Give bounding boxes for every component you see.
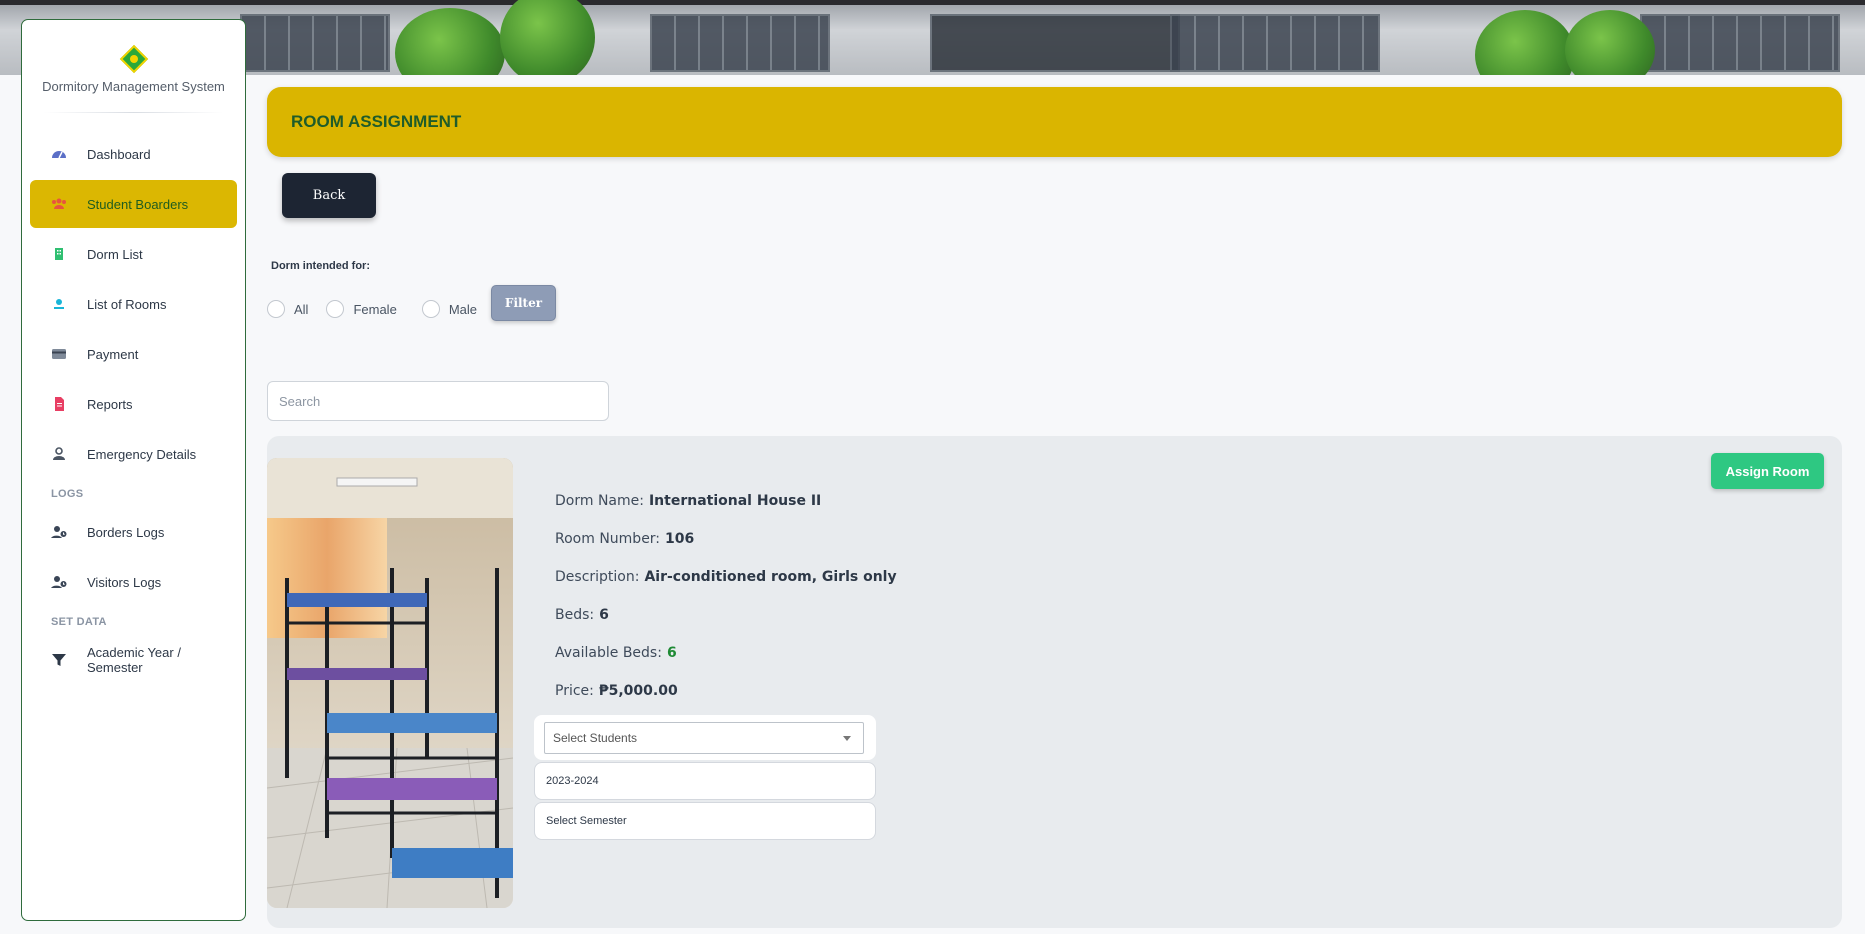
contact-badge-icon [51, 446, 67, 462]
credit-card-icon [51, 346, 67, 362]
sidebar-item-label: Reports [87, 396, 133, 412]
sidebar-item-reports[interactable]: Reports [30, 380, 237, 428]
school-logo-icon [119, 44, 149, 74]
sidebar-item-emergency-details[interactable]: Emergency Details [30, 430, 237, 478]
document-icon [51, 396, 67, 412]
sidebar-nav: Dashboard Student Boarders Dorm List Lis… [22, 130, 245, 478]
page-header: ROOM ASSIGNMENT [267, 87, 1842, 157]
sidebar-item-label: Academic Year / Semester [87, 645, 181, 675]
description-label: Description: [555, 569, 640, 585]
user-clock-icon [51, 524, 67, 540]
room-details: Dorm Name: International House II Room N… [555, 482, 897, 710]
sidebar-item-payment[interactable]: Payment [30, 330, 237, 378]
description-row: Description: Air-conditioned room, Girls… [555, 558, 897, 596]
room-number-row: Room Number: 106 [555, 520, 897, 558]
sidebar-item-list-of-rooms[interactable]: List of Rooms [30, 280, 237, 328]
room-number-value: 106 [665, 531, 695, 547]
assign-room-button[interactable]: Assign Room [1711, 453, 1824, 489]
radio-all[interactable] [267, 300, 285, 318]
sidebar-item-dorm-list[interactable]: Dorm List [30, 230, 237, 278]
description-value: Air-conditioned room, Girls only [644, 569, 897, 585]
radio-male-label[interactable]: Male [449, 302, 477, 317]
dorm-name-row: Dorm Name: International House II [555, 482, 897, 520]
beds-label: Beds: [555, 607, 595, 623]
brand[interactable]: Dormitory Management System [22, 20, 245, 94]
dashboard-gauge-icon [51, 146, 67, 162]
sidebar-item-borders-logs[interactable]: Borders Logs [30, 508, 237, 556]
dorm-name-label: Dorm Name: [555, 493, 644, 509]
filter-funnel-icon [51, 652, 67, 668]
sidebar-item-label: Dorm List [87, 246, 143, 262]
dorm-filter-options: All Female Male [267, 300, 477, 318]
room-card: Assign Room Dorm Name: International Hou… [267, 436, 1842, 928]
brand-name: Dormitory Management System [42, 79, 225, 94]
radio-female-label[interactable]: Female [353, 302, 396, 317]
sidebar-item-dashboard[interactable]: Dashboard [30, 130, 237, 178]
sidebar-item-academic-year-semester[interactable]: Academic Year / Semester [30, 636, 237, 684]
sidebar-item-label: Emergency Details [87, 446, 197, 462]
room-user-icon [51, 296, 67, 312]
radio-all-label[interactable]: All [294, 302, 308, 317]
room-photo [267, 458, 513, 908]
sidebar-divider [44, 112, 223, 113]
sidebar-item-label: Borders Logs [87, 524, 165, 540]
select-students-dropdown[interactable]: Select Students [544, 722, 864, 754]
price-value: ₱5,000.00 [598, 683, 678, 699]
price-label: Price: [555, 683, 594, 699]
sidebar-item-visitors-logs[interactable]: Visitors Logs [30, 558, 237, 606]
sidebar-nav-logs: Borders Logs Visitors Logs [22, 508, 245, 606]
search-input[interactable] [267, 381, 609, 421]
building-icon [51, 246, 67, 262]
dorm-filter-label: Dorm intended for: [271, 260, 370, 272]
academic-year-select[interactable]: 2023-2024 [534, 762, 876, 800]
sidebar-item-label: Dashboard [87, 146, 151, 162]
sidebar-heading-set-data: SET DATA [51, 616, 107, 628]
sidebar-heading-logs: LOGS [51, 488, 84, 500]
price-row: Price: ₱5,000.00 [555, 672, 897, 710]
semester-placeholder: Select Semester [546, 815, 627, 827]
radio-male[interactable] [421, 300, 440, 318]
beds-row: Beds: 6 [555, 596, 897, 634]
sidebar-item-label: Payment [87, 346, 139, 362]
available-beds-label: Available Beds: [555, 645, 662, 661]
filter-button[interactable]: Filter [491, 285, 556, 321]
available-beds-value: 6 [666, 645, 677, 661]
user-clock-icon [51, 574, 67, 590]
header-banner-image [0, 0, 1865, 75]
sidebar-nav-set-data: Academic Year / Semester [22, 636, 245, 684]
select-students-container: Select Students [534, 715, 876, 760]
radio-female[interactable] [326, 300, 345, 318]
room-number-label: Room Number: [555, 531, 661, 547]
page-title: ROOM ASSIGNMENT [291, 112, 462, 131]
academic-year-value: 2023-2024 [546, 775, 599, 787]
back-button[interactable]: Back [282, 173, 376, 218]
chevron-down-icon [843, 736, 851, 741]
sidebar-item-label: List of Rooms [87, 296, 167, 312]
select-students-placeholder: Select Students [553, 731, 638, 745]
beds-value: 6 [599, 607, 609, 623]
available-beds-row: Available Beds: 6 [555, 634, 897, 672]
sidebar-item-student-boarders[interactable]: Student Boarders [30, 180, 237, 228]
users-icon [51, 196, 67, 212]
sidebar-item-label: Student Boarders [87, 196, 189, 212]
sidebar: Dormitory Management System Dashboard St… [21, 19, 246, 921]
sidebar-item-label: Visitors Logs [87, 574, 162, 590]
dorm-name-value: International House II [648, 493, 822, 509]
semester-select[interactable]: Select Semester [534, 802, 876, 840]
